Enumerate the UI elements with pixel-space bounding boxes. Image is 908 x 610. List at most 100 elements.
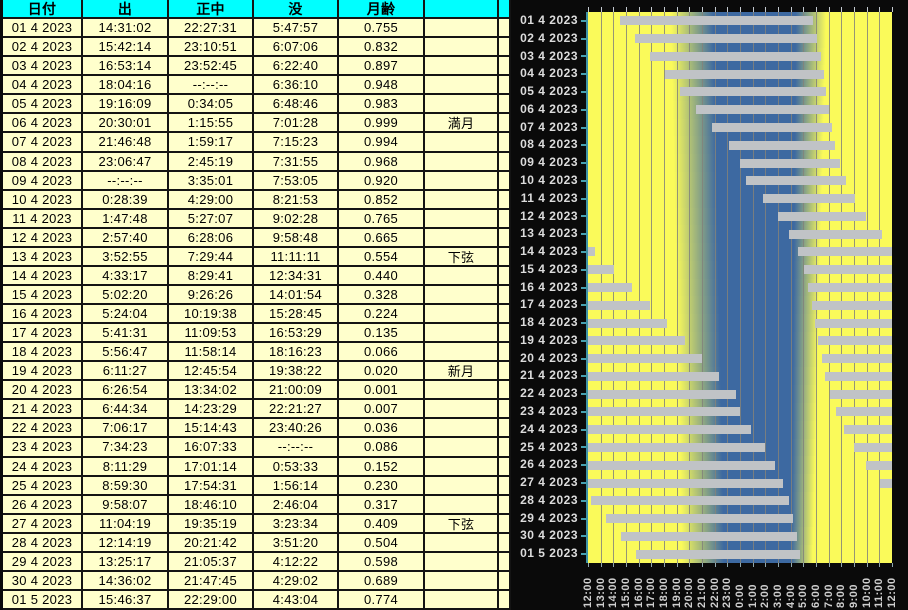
cell-clipped — [499, 552, 511, 572]
cell-date: 13 4 2023 — [3, 247, 83, 267]
cell-phase — [425, 95, 499, 115]
cell-clipped — [499, 95, 511, 115]
table-row: 24 4 2023 8:11:29 17:01:14 0:53:33 0.152 — [3, 457, 511, 477]
moon-up-bar — [880, 478, 892, 488]
chart-time-label: 12:00 — [886, 577, 898, 608]
cell-transit: 14:23:29 — [169, 400, 254, 420]
table-row: 05 4 2023 19:16:09 0:34:05 6:48:46 0.983 — [3, 95, 511, 115]
cell-transit: 3:35:01 — [169, 171, 254, 191]
moon-up-bar — [711, 123, 832, 133]
cell-phase — [425, 76, 499, 96]
cell-set: 3:51:20 — [254, 533, 339, 553]
cell-phase — [425, 438, 499, 458]
table-row: 01 4 2023 14:31:02 22:27:31 5:47:57 0.755 — [3, 19, 511, 39]
header-set: 没 — [254, 0, 339, 20]
cell-age: 0.994 — [339, 133, 425, 153]
moon-up-bar — [829, 389, 892, 399]
chart-time-label: 20:00 — [683, 577, 696, 608]
moon-up-bar — [606, 514, 794, 524]
moon-up-bar — [635, 549, 800, 559]
cell-transit: 7:29:44 — [169, 247, 254, 267]
cell-set: 12:34:31 — [254, 266, 339, 286]
chart-time-label: 2:00 — [759, 583, 772, 608]
cell-transit: 10:19:38 — [169, 305, 254, 325]
table-row: 07 4 2023 21:46:48 1:59:17 7:15:23 0.994 — [3, 133, 511, 153]
cell-phase — [425, 209, 499, 229]
cell-set: 4:29:02 — [254, 571, 339, 591]
moon-up-bar — [619, 16, 814, 26]
table-row: 29 4 2023 13:25:17 21:05:37 4:12:22 0.598 — [3, 552, 511, 572]
cell-set: 4:12:22 — [254, 552, 339, 572]
cell-transit: 17:54:31 — [169, 476, 254, 496]
cell-date: 30 4 2023 — [3, 571, 83, 591]
cell-phase — [425, 590, 499, 610]
cell-date: 03 4 2023 — [3, 57, 83, 77]
cell-clipped — [499, 533, 511, 553]
cell-age: 0.135 — [339, 324, 425, 344]
cell-clipped — [499, 285, 511, 305]
chart-plot — [588, 12, 892, 563]
cell-transit: 1:59:17 — [169, 133, 254, 153]
cell-age: 0.968 — [339, 152, 425, 172]
moon-up-bar — [680, 87, 827, 97]
table-row: 20 4 2023 6:26:54 13:34:02 21:00:09 0.001 — [3, 381, 511, 401]
cell-rise: 5:02:20 — [83, 285, 169, 305]
cell-transit: --:--:-- — [169, 76, 254, 96]
cell-transit: 6:28:06 — [169, 228, 254, 248]
cell-clipped — [499, 57, 511, 77]
cell-set: 8:21:53 — [254, 190, 339, 210]
cell-age: 0.317 — [339, 495, 425, 515]
cell-transit: 2:45:19 — [169, 152, 254, 172]
cell-date: 29 4 2023 — [3, 552, 83, 572]
cell-set: 2:46:04 — [254, 495, 339, 515]
table-row: 30 4 2023 14:36:02 21:47:45 4:29:02 0.689 — [3, 571, 511, 591]
cell-clipped — [499, 457, 511, 477]
moon-up-bar — [588, 247, 596, 257]
chart-date-label: 10 4 2023 — [520, 172, 578, 187]
moon-up-bar — [591, 496, 789, 506]
moon-up-bar — [588, 407, 740, 417]
cell-set: 14:01:54 — [254, 285, 339, 305]
moon-up-bar — [588, 389, 736, 399]
table-row: 16 4 2023 5:24:04 10:19:38 15:28:45 0.224 — [3, 305, 511, 325]
chart-time-label: 16:00 — [632, 577, 645, 608]
table-row: 28 4 2023 12:14:19 20:21:42 3:51:20 0.504 — [3, 533, 511, 553]
cell-clipped — [499, 400, 511, 420]
moon-up-bar — [797, 247, 892, 257]
cell-age: 0.066 — [339, 343, 425, 363]
table-row: 13 4 2023 3:52:55 7:29:44 11:11:11 0.554 下弦 — [3, 247, 511, 267]
cell-age: 0.328 — [339, 285, 425, 305]
cell-phase: 満月 — [425, 114, 499, 134]
moon-up-bar — [588, 460, 776, 470]
cell-age: 0.504 — [339, 533, 425, 553]
cell-date: 05 4 2023 — [3, 95, 83, 115]
cell-rise: 8:11:29 — [83, 457, 169, 477]
cell-rise: 8:59:30 — [83, 476, 169, 496]
cell-phase — [425, 190, 499, 210]
cell-date: 16 4 2023 — [3, 305, 83, 325]
cell-phase — [425, 571, 499, 591]
table-row: 02 4 2023 15:42:14 23:10:51 6:07:06 0.832 — [3, 38, 511, 58]
cell-phase — [425, 324, 499, 344]
chart-time-label: 9:00 — [848, 583, 860, 608]
cell-phase — [425, 228, 499, 248]
cell-set: 15:28:45 — [254, 305, 339, 325]
table-header: 日付 出 正中 没 月齢 — [3, 0, 511, 20]
chart-date-label: 11 4 2023 — [520, 190, 578, 205]
chart-time-label: 15:00 — [620, 577, 632, 608]
cell-clipped — [499, 476, 511, 496]
chart-date-label: 19 4 2023 — [520, 332, 578, 347]
cell-set: 7:53:05 — [254, 171, 339, 191]
cell-phase — [425, 133, 499, 153]
cell-transit: 22:29:00 — [169, 590, 254, 610]
cell-set: 1:56:14 — [254, 476, 339, 496]
chart-date-label: 05 4 2023 — [520, 84, 578, 99]
chart-time-label: 11:00 — [873, 577, 886, 608]
cell-age: 0.897 — [339, 57, 425, 77]
moon-up-bar — [808, 283, 892, 292]
cell-rise: 5:56:47 — [83, 343, 169, 363]
cell-date: 18 4 2023 — [3, 343, 83, 363]
cell-transit: 15:14:43 — [169, 419, 254, 439]
cell-age: 0.007 — [339, 400, 425, 420]
cell-transit: 1:15:55 — [169, 114, 254, 134]
